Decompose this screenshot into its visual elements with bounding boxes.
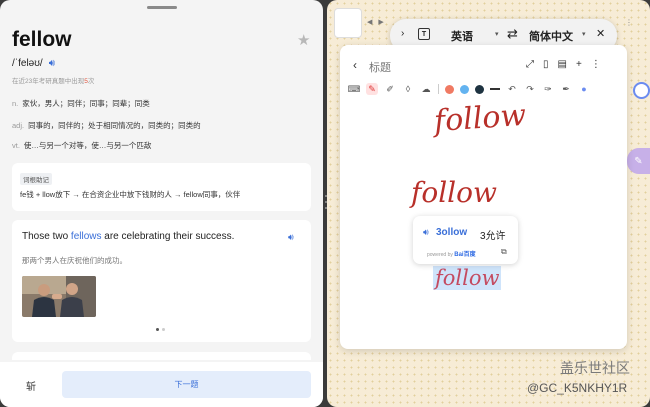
text-mode-icon[interactable]: T: [418, 28, 430, 40]
frequency-prefix: 在近23年考研真题中出现: [12, 78, 85, 85]
back-icon[interactable]: ◀: [367, 18, 372, 26]
handwriting-1[interactable]: follow: [433, 98, 527, 139]
book-icon[interactable]: ▯: [543, 59, 549, 70]
phonetic-row: /ˈfeləʊ/ 🔊︎: [12, 58, 55, 69]
notes-pane: ◀ ▶ ⋮ › T 英语 ▾ ⇄ 简体中文 ▾ ✕ ✎ ‹ 标题 ⤢ ▯ ▤ +…: [327, 0, 650, 407]
speaker-icon[interactable]: 🔊︎: [423, 227, 429, 238]
baidu-logo: Bai百度: [454, 252, 476, 258]
note-toolbar: ⤢ ▯ ▤ + ⋮: [526, 59, 601, 70]
speaker-icon[interactable]: 🔊︎: [49, 58, 55, 69]
next-question-button[interactable]: 下一题: [62, 371, 311, 398]
bottom-bar: 斩 下一题: [0, 362, 323, 407]
eraser-icon[interactable]: ◊: [402, 83, 414, 95]
definition-text: 同事的，同伴的；处于相同情况的，同类的；同类的: [28, 121, 201, 130]
lasso-icon[interactable]: ☁: [420, 83, 432, 95]
definition-adj: adj. 同事的，同伴的；处于相同情况的，同类的；同类的: [12, 120, 201, 131]
note-window: ‹ 标题 ⤢ ▯ ▤ + ⋮ ⌨ ✎ ✐ ◊ ☁ ↶ ↷ ✑ ✒ ● follo…: [340, 45, 627, 349]
shape-icon[interactable]: ✑: [542, 83, 554, 95]
pen-toolbar: ⌨ ✎ ✐ ◊ ☁ ↶ ↷ ✑ ✒ ●: [348, 83, 590, 95]
frequency-suffix: 次: [87, 78, 95, 85]
definition-text: 家伙，男人；同伴；同事；同辈；同类: [22, 99, 150, 108]
stroke-width-icon[interactable]: [490, 88, 500, 90]
chevron-down-icon[interactable]: ▾: [582, 30, 586, 38]
definition-text: 使…与另一个对等，使…与另一个匹敌: [23, 141, 152, 150]
chevron-down-icon[interactable]: ▾: [495, 30, 499, 38]
source-language-select[interactable]: 英语: [451, 28, 473, 44]
color-swatch-dark[interactable]: [475, 84, 484, 94]
popup-result: 3允许: [480, 231, 506, 242]
ink-drop-icon[interactable]: ●: [578, 83, 590, 95]
add-icon[interactable]: +: [576, 59, 582, 70]
sentence-highlight[interactable]: fellows: [71, 231, 102, 242]
watermark-user: @GC_K5NKHY1R: [527, 381, 628, 395]
color-swatch-orange[interactable]: [445, 84, 454, 94]
forward-icon[interactable]: ▶: [378, 18, 383, 26]
floating-pen-icon[interactable]: ✎: [627, 148, 650, 174]
target-language-select[interactable]: 简体中文: [529, 28, 573, 44]
redo-icon[interactable]: ↷: [524, 83, 536, 95]
expand-chevron-icon[interactable]: ›: [401, 28, 404, 39]
pen-icon[interactable]: ✎: [366, 83, 378, 95]
dictionary-pane: fellow ★ /ˈfeləʊ/ 🔊︎ 在近23年考研真题中出现5次 n. 家伙…: [0, 0, 323, 407]
color-ring-icon[interactable]: [633, 82, 650, 99]
expand-icon[interactable]: ⤢: [526, 59, 534, 70]
star-icon[interactable]: ★: [297, 33, 310, 48]
page-thumbnail[interactable]: [334, 8, 362, 38]
swap-languages-icon[interactable]: ⇄: [507, 26, 518, 42]
fill-icon[interactable]: ✒: [560, 83, 572, 95]
keyboard-icon[interactable]: ⌨: [348, 83, 361, 95]
example-speaker-icon[interactable]: 🔊︎: [288, 232, 294, 243]
definition-verb: vt. 使…与另一个对等，使…与另一个匹敌: [12, 140, 151, 151]
color-swatch-blue[interactable]: [460, 84, 469, 94]
memory-tag: 词根助记: [20, 173, 52, 185]
close-icon[interactable]: ✕: [596, 27, 605, 40]
drag-handle[interactable]: [147, 6, 177, 9]
sentence-end: are celebrating their success.: [101, 231, 235, 242]
more-icon[interactable]: ⋮: [625, 18, 633, 27]
translation-popup: 🔊︎ 3ollow 3允许 powered by Bai百度 ⧉: [413, 216, 518, 264]
phonetic-text: /ˈfeləʊ/: [12, 58, 43, 69]
carousel-dots[interactable]: [156, 328, 165, 331]
powered-by-text: powered by: [427, 252, 453, 258]
definition-noun: n. 家伙，男人；同伴；同事；同辈；同类: [12, 98, 150, 109]
chop-button[interactable]: 斩: [26, 378, 36, 393]
handwriting-2[interactable]: follow: [411, 176, 497, 209]
menu-icon[interactable]: ⋮: [591, 59, 601, 70]
powered-by: powered by Bai百度: [427, 249, 476, 258]
watermark-community: 盖乐世社区: [560, 360, 630, 376]
copy-icon[interactable]: ⧉: [501, 247, 507, 257]
memory-text: fe钱 + llow放下 → 在合资企业中放下钱财的人 → fellow同事，伙…: [20, 190, 241, 199]
sentence-start: Those two: [22, 231, 71, 242]
top-mini-toolbar: ◀ ▶: [367, 18, 384, 26]
frequency-note: 在近23年考研真题中出现5次: [12, 75, 94, 85]
headword: fellow: [12, 28, 72, 51]
highlighter-icon[interactable]: ✐: [384, 83, 396, 95]
handwriting-3-selected[interactable]: follow: [433, 266, 502, 290]
example-sentence: Those two fellows are celebrating their …: [22, 231, 234, 242]
back-arrow-icon[interactable]: ‹: [353, 58, 357, 72]
example-card: Those two fellows are celebrating their …: [12, 220, 311, 342]
pos-label: n.: [12, 99, 19, 108]
memory-card: 词根助记 fe钱 + llow放下 → 在合资企业中放下钱财的人 → fello…: [12, 163, 311, 211]
note-title[interactable]: 标题: [369, 59, 391, 75]
page-icon[interactable]: ▤: [558, 59, 567, 70]
next-card-peek: [12, 352, 311, 360]
example-photo: [22, 276, 96, 317]
example-translation: 那两个男人在庆祝他们的成功。: [22, 256, 127, 265]
pos-label: adj.: [12, 121, 25, 130]
popup-source: 3ollow: [436, 227, 468, 238]
undo-icon[interactable]: ↶: [506, 83, 518, 95]
pos-label: vt.: [12, 141, 20, 150]
